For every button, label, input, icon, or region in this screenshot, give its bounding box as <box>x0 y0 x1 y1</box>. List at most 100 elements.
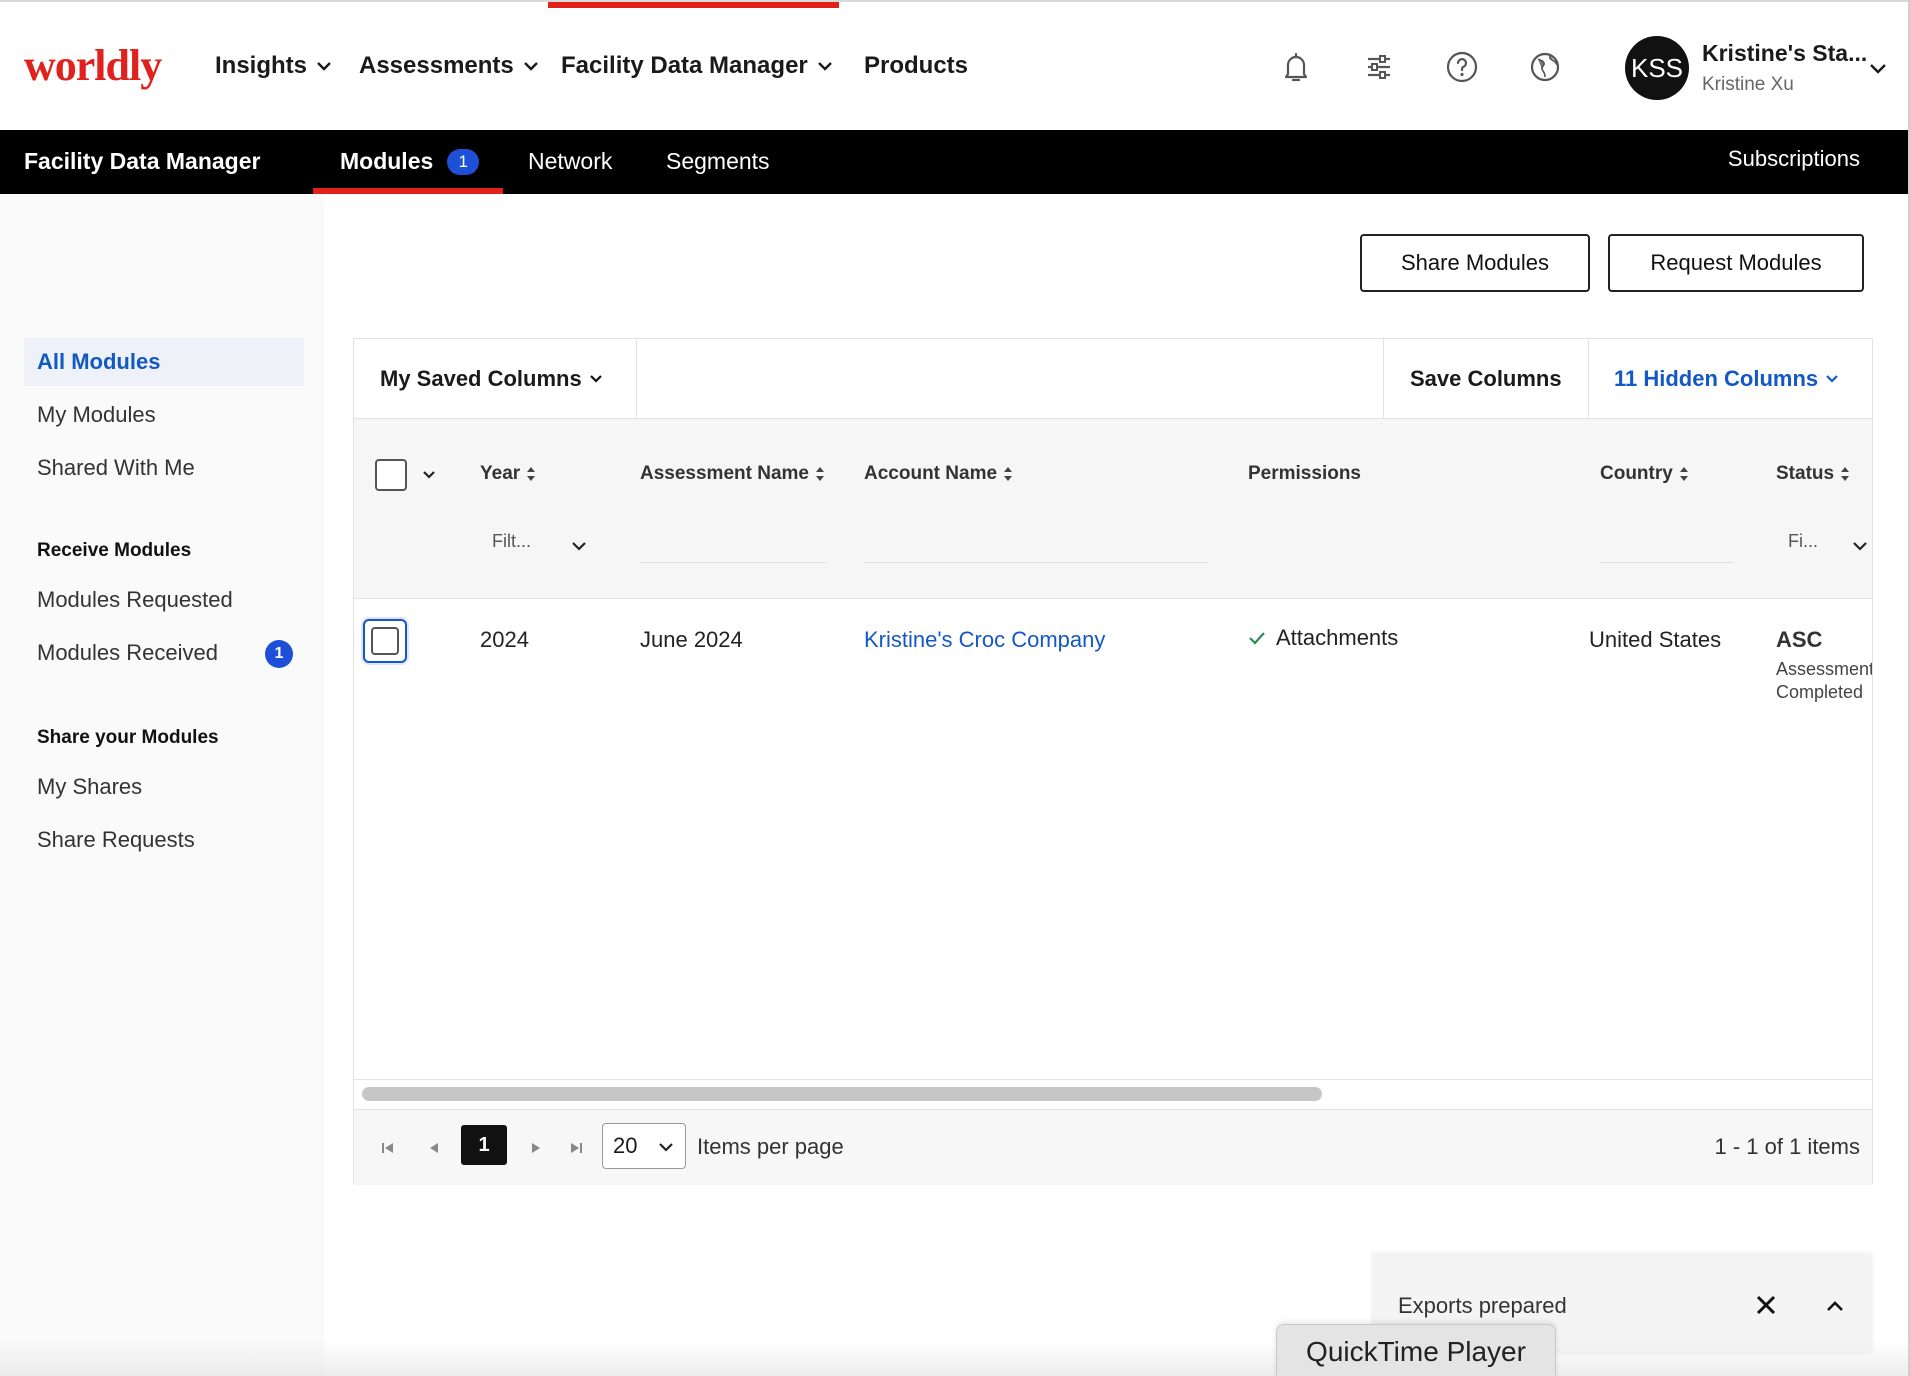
tab-network-label: Network <box>528 148 613 174</box>
column-header-country[interactable]: Country <box>1600 463 1689 485</box>
nav-assessments[interactable]: Assessments <box>359 52 540 80</box>
sidebar-item-my-shares[interactable]: My Shares <box>24 763 304 811</box>
share-modules-button[interactable]: Share Modules <box>1360 234 1590 292</box>
toolbar-divider <box>1588 339 1589 419</box>
first-page-icon[interactable] <box>380 1140 396 1156</box>
nav-insights[interactable]: Insights <box>215 52 333 80</box>
received-count-badge: 1 <box>265 640 293 668</box>
column-header-status[interactable]: Status <box>1776 463 1850 485</box>
receive-modules-heading: Receive Modules <box>37 540 192 561</box>
column-header-permissions: Permissions <box>1248 463 1361 485</box>
chevron-down-icon <box>317 62 331 71</box>
language-button[interactable] <box>1526 48 1564 86</box>
sidebar-item-modules-received[interactable]: Modules Received <box>24 629 304 677</box>
help-button[interactable] <box>1443 48 1481 86</box>
account-user: Kristine Xu <box>1702 74 1794 95</box>
toast-message: Exports prepared <box>1398 1293 1567 1318</box>
toolbar-divider <box>636 339 637 419</box>
sidebar-item-share-requests[interactable]: Share Requests <box>24 816 304 864</box>
share-modules-heading: Share your Modules <box>37 727 219 748</box>
cell-status: ASC Assessment Completed <box>1776 627 1872 703</box>
chevron-down-icon[interactable] <box>570 537 588 555</box>
modules-grid: My Saved Columns Save Columns 11 Hidden … <box>353 338 1873 1185</box>
status-filter-select[interactable]: Fi... <box>1788 531 1818 552</box>
cell-country: United States <box>1589 627 1722 652</box>
grid-toolbar: My Saved Columns Save Columns 11 Hidden … <box>354 339 1872 419</box>
chevron-down-icon <box>589 375 602 383</box>
notifications-button[interactable] <box>1277 48 1315 86</box>
chevron-down-icon[interactable] <box>1868 58 1888 78</box>
sort-icon <box>815 467 824 481</box>
tab-segments[interactable]: Segments <box>666 148 770 175</box>
chevron-up-icon[interactable] <box>1824 1295 1846 1317</box>
subscriptions-link[interactable]: Subscriptions <box>1728 146 1860 172</box>
row-checkbox-inner <box>371 627 399 655</box>
sort-icon <box>1679 467 1688 481</box>
saved-columns-label: My Saved Columns <box>380 366 582 391</box>
account-name-filter-input[interactable] <box>864 562 1208 563</box>
assessment-name-filter-input[interactable] <box>640 562 826 563</box>
nav-facility-data-manager-label: Facility Data Manager <box>561 52 808 79</box>
sidebar-item-label: Modules Received <box>37 640 218 665</box>
column-header-label: Permissions <box>1248 463 1361 484</box>
cell-account-name-link[interactable]: Kristine's Croc Company <box>864 627 1105 653</box>
next-page-icon[interactable] <box>528 1140 544 1156</box>
sort-icon <box>527 467 536 481</box>
request-modules-button[interactable]: Request Modules <box>1608 234 1864 292</box>
hidden-columns-dropdown[interactable]: 11 Hidden Columns <box>1614 339 1840 419</box>
select-all-checkbox[interactable] <box>375 459 407 491</box>
close-icon[interactable] <box>1752 1291 1780 1319</box>
toolbar-divider <box>1383 339 1384 419</box>
status-line: Completed <box>1776 682 1864 702</box>
cell-permissions: Attachments <box>1248 625 1398 651</box>
section-title: Facility Data Manager <box>24 148 261 174</box>
year-filter-select[interactable]: Filt... <box>492 531 531 552</box>
status-title: ASC <box>1776 627 1823 652</box>
pagination-summary: 1 - 1 of 1 items <box>1714 1134 1860 1159</box>
horizontal-scrollbar-thumb[interactable] <box>362 1087 1322 1101</box>
nav-facility-data-manager[interactable]: Facility Data Manager <box>561 52 834 80</box>
chevron-down-icon <box>1826 375 1838 383</box>
active-tab-indicator <box>313 188 503 194</box>
sliders-icon <box>1368 55 1390 79</box>
saved-columns-dropdown[interactable]: My Saved Columns <box>380 339 604 419</box>
page-number-button[interactable]: 1 <box>461 1125 507 1165</box>
checkmark-icon <box>1249 632 1265 645</box>
sub-navigation: Facility Data Manager Modules 1 Network … <box>0 130 1910 194</box>
column-header-account-name[interactable]: Account Name <box>864 463 1013 485</box>
column-header-year[interactable]: Year <box>480 463 536 485</box>
tab-network[interactable]: Network <box>528 148 612 175</box>
select-options-chevron-icon[interactable] <box>421 467 437 483</box>
sidebar-item-modules-requested[interactable]: Modules Requested <box>24 576 304 624</box>
save-columns-button[interactable]: Save Columns <box>1410 339 1562 419</box>
sidebar: All Modules My Modules Shared With Me Re… <box>0 194 324 1376</box>
bell-icon <box>1284 52 1308 82</box>
tab-modules[interactable]: Modules 1 <box>340 148 480 175</box>
column-header-label: Year <box>480 463 521 484</box>
previous-page-icon[interactable] <box>426 1140 442 1156</box>
avatar[interactable]: KSS <box>1625 36 1689 100</box>
sidebar-item-shared-with-me[interactable]: Shared With Me <box>24 444 304 492</box>
chevron-down-icon <box>523 62 538 71</box>
nav-products-label: Products <box>864 52 969 79</box>
page-size-value: 20 <box>613 1133 638 1158</box>
account-name[interactable]: Kristine's Sta... <box>1702 40 1867 67</box>
dock-tooltip: QuickTime Player <box>1276 1324 1556 1376</box>
sidebar-item-all-modules[interactable]: All Modules <box>24 338 304 386</box>
country-filter-input[interactable] <box>1600 562 1734 563</box>
page-size-select[interactable]: 20 <box>602 1123 686 1169</box>
tab-modules-label: Modules <box>340 148 434 174</box>
chevron-down-icon[interactable] <box>1851 537 1869 555</box>
pagination: 1 20 Items per page 1 - 1 of 1 items <box>354 1109 1872 1185</box>
sidebar-item-my-modules[interactable]: My Modules <box>24 391 304 439</box>
last-page-icon[interactable] <box>568 1140 584 1156</box>
help-icon <box>1446 51 1478 83</box>
active-nav-indicator <box>548 2 839 8</box>
hidden-columns-label: 11 Hidden Columns <box>1614 366 1819 391</box>
nav-products[interactable]: Products <box>864 52 968 80</box>
worldly-logo[interactable]: worldly <box>24 40 162 91</box>
modules-count-badge: 1 <box>447 148 480 175</box>
preferences-button[interactable] <box>1360 48 1398 86</box>
column-header-label: Account Name <box>864 463 998 484</box>
column-header-assessment-name[interactable]: Assessment Name <box>640 463 825 485</box>
